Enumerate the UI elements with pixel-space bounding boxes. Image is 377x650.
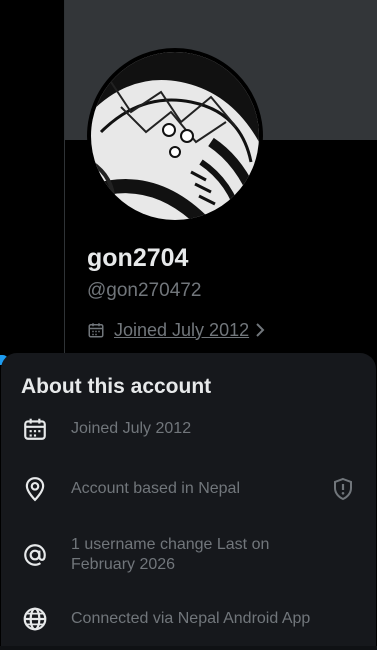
location-pin-icon bbox=[21, 475, 49, 503]
about-account-sheet: About this account Joined July 2012 Acco… bbox=[1, 353, 376, 650]
shield-alert-icon[interactable] bbox=[331, 477, 355, 501]
joined-date-link[interactable]: Joined July 2012 bbox=[87, 318, 265, 342]
about-row-joined: Joined July 2012 bbox=[1, 415, 376, 443]
bottom-edge bbox=[0, 646, 377, 650]
joined-date-text: Joined July 2012 bbox=[114, 319, 250, 340]
about-row-location: Account based in Nepal bbox=[1, 475, 376, 503]
at-sign-icon bbox=[21, 541, 49, 569]
globe-icon bbox=[21, 605, 49, 633]
avatar[interactable] bbox=[87, 48, 263, 224]
calendar-icon bbox=[21, 415, 49, 443]
sheet-title: About this account bbox=[21, 375, 212, 398]
calendar-icon bbox=[88, 323, 104, 338]
about-row-connected: Connected via Nepal Android App bbox=[1, 605, 376, 633]
about-row-text: 1 username change Last on February 2026 bbox=[71, 536, 270, 573]
avatar-artwork bbox=[91, 52, 259, 220]
about-row-text: Connected via Nepal Android App bbox=[71, 610, 311, 627]
chevron-right-icon bbox=[256, 323, 265, 337]
about-row-text: Joined July 2012 bbox=[71, 420, 192, 437]
about-row-text: Account based in Nepal bbox=[71, 480, 240, 497]
user-handle: @gon270472 bbox=[87, 280, 202, 301]
about-row-username-change: 1 username change Last on February 2026 bbox=[1, 535, 376, 575]
display-name: gon2704 bbox=[87, 244, 189, 272]
